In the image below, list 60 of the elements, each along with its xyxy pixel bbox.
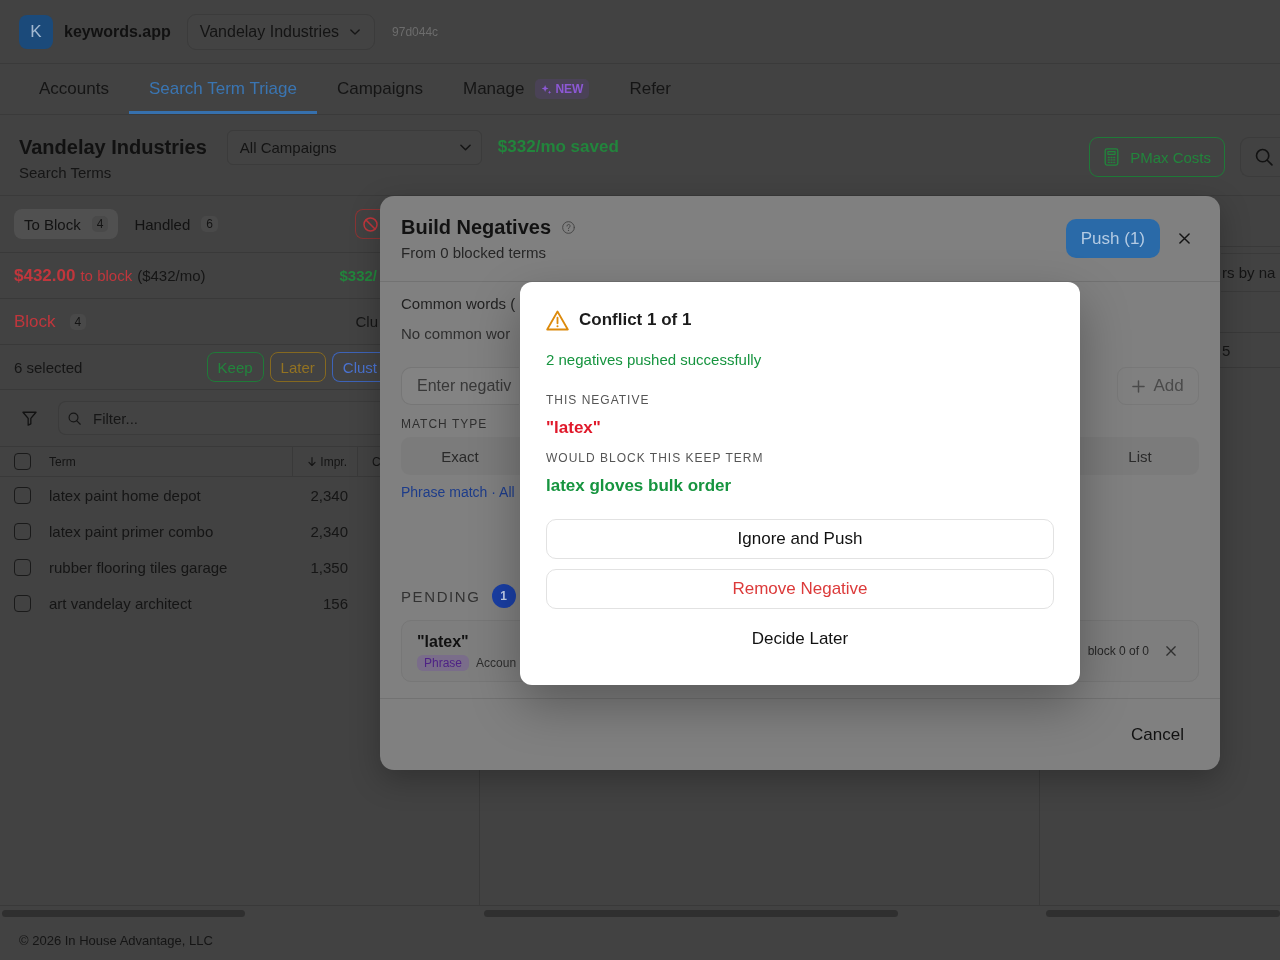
section-label: WOULD BLOCK THIS KEEP TERM	[546, 450, 764, 466]
negative-term: "latex"	[546, 417, 601, 439]
help-icon[interactable]	[562, 220, 576, 234]
remove-button[interactable]	[1166, 646, 1176, 656]
search-icon	[1255, 148, 1273, 166]
saved-amount: $332/	[339, 267, 377, 284]
negative-term: "latex"	[417, 631, 470, 652]
logo: K	[19, 14, 53, 49]
search-button[interactable]	[1240, 137, 1280, 177]
keep-term: latex gloves bulk order	[546, 475, 732, 497]
section-label: THIS NEGATIVE	[546, 392, 650, 408]
scope-text: Accoun	[476, 655, 517, 670]
group-label: Block	[14, 311, 56, 332]
dialog-subtitle: From 0 blocked terms	[401, 243, 548, 263]
nav-tab[interactable]: Search Term Triage	[128, 64, 317, 114]
action-button[interactable]: Ignore and Push	[546, 519, 1054, 559]
success-message: 2 negatives pushed successfully	[546, 350, 762, 370]
pmax-costs-button[interactable]: PMax Costs	[1089, 137, 1225, 177]
checkbox[interactable]	[14, 453, 31, 470]
cancel-button[interactable]: Cancel	[1131, 724, 1184, 745]
status-text: block 0 of 0	[1087, 644, 1149, 658]
checkbox[interactable]	[14, 594, 31, 612]
modal-title: Conflict 1 of 1	[579, 310, 692, 330]
filter-button[interactable]	[22, 410, 37, 426]
search-icon	[68, 412, 81, 425]
sparkle-icon	[541, 83, 553, 95]
push-button[interactable]: Push (1)	[1065, 219, 1160, 258]
negative-input[interactable]: Enter negativ	[401, 367, 519, 405]
prohibit-icon	[363, 216, 378, 232]
checkbox[interactable]	[14, 558, 31, 576]
section-heading: Common words (	[401, 294, 516, 314]
plus-icon	[1132, 379, 1146, 393]
close-button[interactable]	[1179, 233, 1190, 244]
checkbox[interactable]	[14, 486, 31, 504]
arrow-down-icon	[308, 456, 317, 467]
checkbox[interactable]	[14, 522, 31, 540]
match-summary-link[interactable]: Phrase match · All	[401, 482, 515, 502]
action-button[interactable]: Later	[269, 352, 326, 382]
action-button[interactable]: Keep	[206, 352, 264, 382]
pending-count: 1	[491, 584, 516, 608]
chevron-down-icon	[459, 144, 471, 151]
block-total: $432.00	[14, 265, 76, 286]
funnel-icon	[22, 410, 37, 426]
match-type-option[interactable]: Exact	[401, 437, 519, 475]
chevron-down-icon	[350, 28, 361, 35]
close-icon	[1166, 646, 1176, 656]
dialog-title: Build Negatives	[401, 215, 552, 240]
section-label: PENDING	[401, 587, 481, 605]
section-label: MATCH TYPE	[401, 416, 488, 432]
warning-icon	[546, 309, 569, 331]
match-type-option[interactable]: List	[1081, 437, 1199, 475]
savings-amount: $332/mo saved	[497, 136, 619, 158]
close-icon	[1179, 233, 1190, 244]
empty-message: No common wor	[401, 324, 511, 344]
action-button[interactable]: Remove Negative	[546, 569, 1054, 609]
match-type-tag: Phrase	[417, 654, 470, 671]
calculator-icon	[1104, 148, 1120, 166]
block-label: to block	[80, 266, 133, 284]
badge-label: NEW	[555, 82, 584, 96]
action-button[interactable]: Decide Later	[546, 619, 1054, 659]
